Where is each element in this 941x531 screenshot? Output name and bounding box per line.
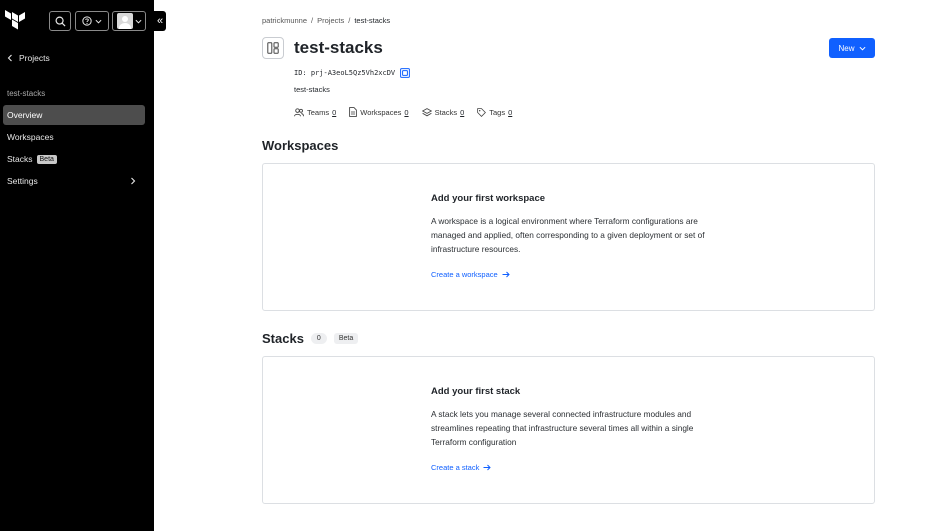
arrow-right-icon <box>502 271 510 278</box>
meta-teams: Teams 0 <box>294 107 336 117</box>
sidebar-section-label: test-stacks <box>7 89 46 98</box>
sidebar-item-overview[interactable]: Overview <box>3 105 145 125</box>
section-heading: Stacks <box>262 331 304 346</box>
empty-state-title: Add your first stack <box>431 386 521 397</box>
avatar <box>116 13 133 29</box>
breadcrumb-projects-link[interactable]: Projects <box>317 16 344 25</box>
section-heading: Workspaces <box>262 138 339 153</box>
user-menu-button[interactable] <box>112 11 146 31</box>
sidebar-item-label: Workspaces <box>7 132 54 142</box>
meta-stacks: Stacks 0 <box>421 107 464 117</box>
double-chevron-left-icon: « <box>156 15 164 27</box>
empty-state-title: Add your first workspace <box>431 193 546 204</box>
new-button-label: New <box>838 43 855 53</box>
meta-label: Tags <box>489 107 506 117</box>
tag-icon <box>477 107 487 117</box>
breadcrumb-current: test-stacks <box>354 16 391 25</box>
empty-state-body: A workspace is a logical environment whe… <box>431 216 705 254</box>
project-id-text: ID: prj-A3eoL5Qz5Vh2xcDV <box>294 69 396 77</box>
breadcrumb-separator: / <box>311 16 314 25</box>
link-label: Create a stack <box>431 463 480 472</box>
teams-count-link[interactable]: 0 <box>332 108 336 117</box>
meta-label: Stacks <box>434 107 458 117</box>
meta-workspaces: Workspaces 0 <box>349 107 409 117</box>
sidebar-item-label: Overview <box>7 110 43 120</box>
chevron-down-icon <box>95 19 102 24</box>
layers-icon <box>421 107 432 116</box>
project-id: ID: prj-A3eoL5Qz5Vh2xcDV <box>294 68 411 78</box>
link-label: Create a workspace <box>431 270 498 279</box>
sidebar-item-workspaces[interactable]: Workspaces <box>3 127 145 147</box>
sidebar-item-label: Stacks <box>7 154 33 164</box>
file-icon <box>349 107 358 117</box>
copy-icon[interactable] <box>400 68 411 78</box>
project-meta: Teams 0 Workspaces 0 Stacks 0 Tags 0 <box>294 107 512 117</box>
sidebar-item-label: Settings <box>7 176 38 186</box>
breadcrumb: patrickmunne / Projects / test-stacks <box>262 16 390 25</box>
help-menu-button[interactable] <box>75 11 109 31</box>
help-icon <box>82 16 92 26</box>
breadcrumb-org-link[interactable]: patrickmunne <box>262 16 307 25</box>
stacks-count-link[interactable]: 0 <box>460 108 464 117</box>
project-icon <box>262 37 284 59</box>
create-workspace-link[interactable]: Create a workspace <box>431 270 510 279</box>
back-link-label: Projects <box>19 53 50 63</box>
users-icon <box>294 107 304 116</box>
chevron-down-icon <box>135 19 141 24</box>
chevron-down-icon <box>859 46 865 51</box>
sidebar-item-settings[interactable]: Settings <box>3 171 145 191</box>
back-to-projects-link[interactable]: Projects <box>7 53 50 63</box>
workspaces-count-link[interactable]: 0 <box>404 108 408 117</box>
chevron-left-icon <box>7 54 12 62</box>
tags-count-link[interactable]: 0 <box>508 108 512 117</box>
layout-panels-icon <box>267 42 279 54</box>
stacks-empty-state: Add your first stack A stack lets you ma… <box>262 356 875 504</box>
workspaces-empty-state: Add your first workspace A workspace is … <box>262 163 875 311</box>
meta-label: Teams <box>307 107 330 117</box>
sidebar: Projects test-stacks Overview Workspaces… <box>0 0 154 531</box>
empty-state-body: A stack lets you manage several connecte… <box>431 409 694 447</box>
sidebar-item-stacks[interactable]: Stacks Beta <box>3 149 145 169</box>
stacks-count-badge: 0 <box>310 333 327 344</box>
terraform-logo-icon[interactable] <box>5 10 27 32</box>
stacks-section-title: Stacks 0 Beta <box>262 331 359 346</box>
project-description: test-stacks <box>294 85 330 94</box>
meta-label: Workspaces <box>360 107 402 117</box>
collapse-sidebar-button[interactable]: « <box>154 11 166 31</box>
search-icon <box>55 16 66 27</box>
breadcrumb-separator: / <box>348 16 351 25</box>
new-button[interactable]: New <box>829 38 875 58</box>
beta-badge: Beta <box>36 154 57 164</box>
search-button[interactable] <box>49 11 71 31</box>
create-stack-link[interactable]: Create a stack <box>431 463 492 472</box>
workspaces-section-title: Workspaces <box>262 138 338 153</box>
page-title: test-stacks <box>294 38 383 57</box>
beta-badge: Beta <box>333 333 359 344</box>
chevron-right-icon <box>131 177 136 185</box>
arrow-right-icon <box>483 464 492 471</box>
meta-tags: Tags 0 <box>477 107 512 117</box>
